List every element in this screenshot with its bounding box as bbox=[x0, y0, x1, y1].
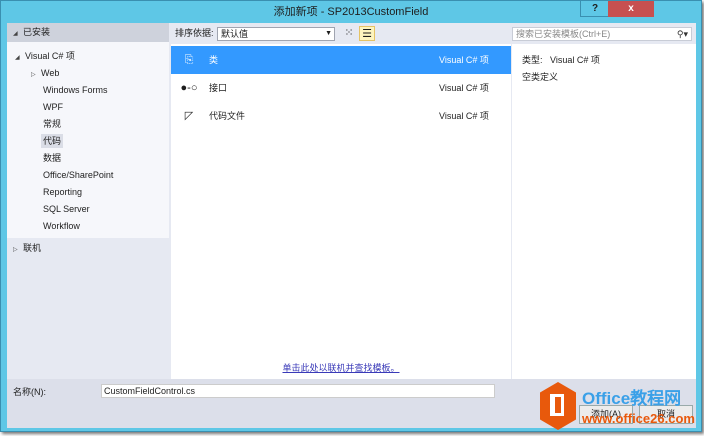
tree-label: Web bbox=[41, 68, 60, 78]
close-button[interactable]: x bbox=[608, 1, 654, 17]
tree-item-workflow[interactable]: Workflow bbox=[43, 219, 80, 233]
collapsed-arrow-icon: ▷ bbox=[31, 72, 36, 78]
class-file-icon: ⎘ bbox=[184, 54, 194, 66]
type-label: 类型: bbox=[522, 55, 543, 65]
name-input[interactable]: CustomFieldControl.cs bbox=[101, 384, 495, 398]
sort-select[interactable]: 默认值 ▼ bbox=[217, 27, 335, 41]
online-header[interactable]: ▷ 联机 bbox=[13, 241, 41, 257]
tree-item-code[interactable]: 代码 bbox=[41, 134, 64, 148]
expanded-arrow-icon: ◢ bbox=[15, 55, 20, 61]
cancel-button[interactable]: 取消 bbox=[639, 405, 693, 424]
tree-item-visual-csharp[interactable]: ◢ Visual C# 项 bbox=[15, 49, 75, 65]
tree-item-data[interactable]: 数据 bbox=[43, 151, 61, 165]
tree-item-office-sharepoint[interactable]: Office/SharePoint bbox=[43, 168, 113, 182]
sort-value: 默认值 bbox=[221, 29, 249, 39]
item-name: 代码文件 bbox=[209, 111, 246, 121]
interface-icon: ●-○ bbox=[180, 82, 198, 94]
template-item-class[interactable]: ⎘ 类 Visual C# 项 bbox=[171, 46, 511, 74]
help-button[interactable]: ? bbox=[580, 1, 610, 17]
chevron-down-icon: ▼ bbox=[325, 30, 332, 37]
installed-header[interactable]: ◢ 已安装 bbox=[7, 23, 169, 42]
details-pane: 类型: Visual C# 项 空类定义 bbox=[512, 44, 696, 379]
item-language: Visual C# 项 bbox=[439, 83, 489, 93]
dialog-window: 添加新项 - SP2013CustomField ? x ◢ 已安装 ◢ Visua… bbox=[0, 0, 702, 432]
template-item-interface[interactable]: ●-○ 接口 Visual C# 项 bbox=[171, 74, 511, 102]
tree-item-web[interactable]: ▷ Web bbox=[31, 66, 59, 82]
template-tree: ◢ Visual C# 项 ▷ Web Windows Forms WPF 常规 代… bbox=[7, 42, 169, 238]
search-input[interactable]: 搜索已安装模板(Ctrl+E) ⚲▾ bbox=[512, 27, 692, 41]
collapsed-arrow-icon: ▷ bbox=[13, 247, 18, 253]
item-name: 接口 bbox=[209, 83, 228, 93]
tree-label: Visual C# 项 bbox=[25, 51, 75, 61]
tree-item-general[interactable]: 常规 bbox=[43, 117, 61, 131]
toolbar: 排序依据: 默认值 ▼ ⁙ ☰ bbox=[171, 23, 511, 43]
search-icon[interactable]: ⚲▾ bbox=[677, 28, 688, 40]
template-list: ⎘ 类 Visual C# 项 ●-○ 接口 Visual C# 项 ◸ 代码文… bbox=[171, 44, 511, 379]
description: 空类定义 bbox=[522, 72, 559, 82]
installed-label: 已安装 bbox=[23, 27, 51, 37]
name-label: 名称(N): bbox=[13, 387, 46, 397]
tree-item-windows-forms[interactable]: Windows Forms bbox=[43, 83, 108, 97]
online-label: 联机 bbox=[23, 243, 42, 253]
search-placeholder: 搜索已安装模板(Ctrl+E) bbox=[516, 29, 611, 39]
list-view-icon[interactable]: ☰ bbox=[359, 26, 375, 41]
online-templates-link[interactable]: 单击此处以联机并查找模板。 bbox=[171, 361, 511, 374]
item-language: Visual C# 项 bbox=[439, 111, 489, 121]
item-language: Visual C# 项 bbox=[439, 55, 489, 65]
add-button[interactable]: 添加(A) bbox=[579, 405, 633, 424]
grid-view-icon[interactable]: ⁙ bbox=[341, 26, 357, 41]
dialog-client: ◢ 已安装 ◢ Visual C# 项 ▷ Web Windows Forms WPF… bbox=[7, 23, 696, 428]
type-value: Visual C# 项 bbox=[550, 55, 600, 65]
tree-item-reporting[interactable]: Reporting bbox=[43, 185, 82, 199]
sort-label: 排序依据: bbox=[175, 28, 214, 38]
template-item-code-file[interactable]: ◸ 代码文件 Visual C# 项 bbox=[171, 102, 511, 130]
tree-item-sql-server[interactable]: SQL Server bbox=[43, 202, 90, 216]
tree-item-wpf[interactable]: WPF bbox=[43, 100, 63, 114]
item-name: 类 bbox=[209, 55, 219, 65]
bottom-bar: 名称(N): CustomFieldControl.cs 添加(A) 取消 bbox=[7, 379, 696, 428]
code-file-icon: ◸ bbox=[184, 110, 194, 122]
